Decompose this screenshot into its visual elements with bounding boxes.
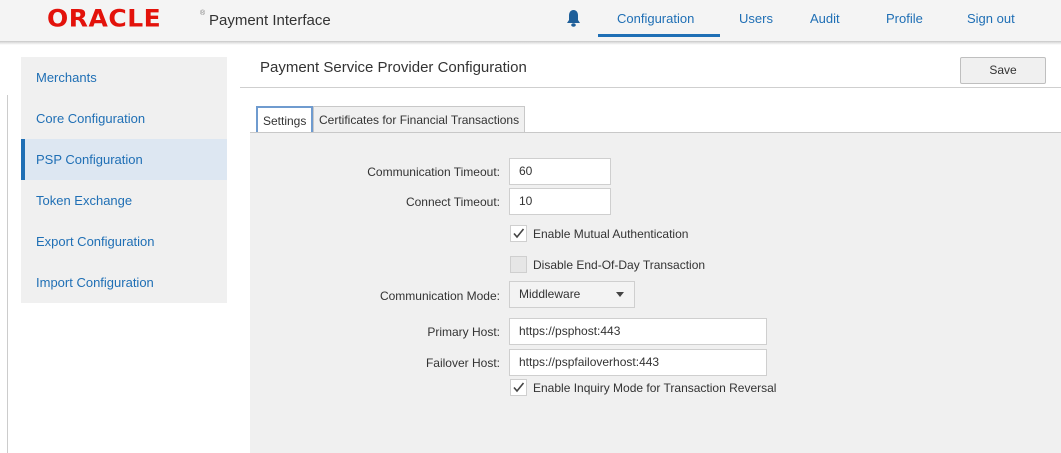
registered-mark: ®	[200, 10, 206, 17]
nav-users[interactable]: Users	[739, 11, 773, 26]
connect-timeout-input[interactable]: 10	[509, 188, 611, 215]
nav-audit[interactable]: Audit	[810, 11, 840, 26]
active-nav-indicator	[598, 34, 720, 37]
window-edge	[7, 95, 8, 453]
disable-eod-checkbox[interactable]	[510, 256, 527, 273]
inquiry-mode-label: Enable Inquiry Mode for Transaction Reve…	[533, 381, 777, 395]
communication-timeout-input[interactable]: 60	[509, 158, 611, 185]
failover-host-label: Failover Host:	[425, 356, 500, 370]
communication-mode-select[interactable]: Middleware	[509, 281, 635, 308]
nav-configuration[interactable]: Configuration	[617, 11, 694, 26]
primary-host-label: Primary Host:	[427, 325, 500, 339]
title-divider	[240, 87, 1061, 88]
tab-settings[interactable]: Settings	[256, 106, 314, 133]
nav-profile[interactable]: Profile	[886, 11, 923, 26]
disable-eod-label: Disable End-Of-Day Transaction	[533, 258, 706, 272]
sidebar-item-psp-configuration[interactable]: PSP Configuration	[21, 139, 227, 180]
sidebar: Merchants Core Configuration PSP Configu…	[21, 57, 227, 303]
page-title: Payment Service Provider Configuration	[260, 59, 527, 76]
inquiry-mode-checkbox[interactable]	[510, 379, 527, 396]
communication-mode-value: Middleware	[519, 287, 581, 301]
communication-mode-label: Communication Mode:	[379, 289, 500, 303]
bell-icon[interactable]	[566, 9, 581, 28]
check-icon	[513, 228, 525, 239]
app-header: ORACLE ® Payment Interface Configuration…	[0, 0, 1061, 42]
mutual-auth-label: Enable Mutual Authentication	[533, 227, 689, 241]
check-icon	[513, 382, 525, 393]
nav-sign-out[interactable]: Sign out	[967, 11, 1015, 26]
tab-certificates[interactable]: Certificates for Financial Transactions	[313, 106, 526, 132]
mutual-auth-checkbox[interactable]	[510, 225, 527, 242]
connect-timeout-label: Connect Timeout:	[405, 195, 500, 209]
save-button[interactable]: Save	[960, 57, 1046, 84]
sidebar-item-export-configuration[interactable]: Export Configuration	[21, 221, 227, 262]
chevron-down-icon	[616, 292, 624, 297]
sidebar-item-import-configuration[interactable]: Import Configuration	[21, 262, 227, 303]
header-shadow	[0, 42, 1061, 45]
sidebar-item-core-configuration[interactable]: Core Configuration	[21, 98, 227, 139]
primary-host-input[interactable]: https://psphost:443	[509, 318, 767, 345]
oracle-logo: ORACLE	[47, 4, 162, 33]
failover-host-input[interactable]: https://pspfailoverhost:443	[509, 349, 767, 376]
sidebar-item-token-exchange[interactable]: Token Exchange	[21, 180, 227, 221]
communication-timeout-label: Communication Timeout:	[367, 165, 500, 179]
sidebar-item-merchants[interactable]: Merchants	[21, 57, 227, 98]
app-name: Payment Interface	[209, 12, 331, 29]
